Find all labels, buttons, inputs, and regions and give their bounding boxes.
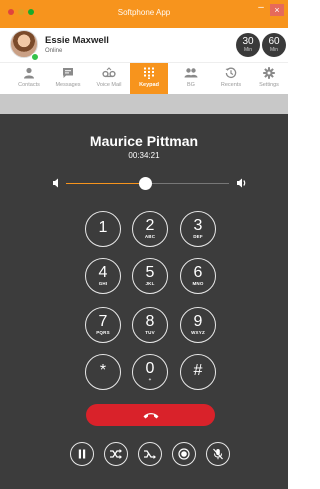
transfer-button[interactable] [104,442,128,466]
key-letters: TUV [145,330,155,335]
separator-strip [0,94,288,114]
caller-name: Maurice Pittman [89,133,199,149]
key-digit: 9 [193,313,203,330]
key-digit: 4 [98,264,108,281]
volume-slider-fill [66,183,146,184]
hang-up-icon [143,413,158,419]
key-digit: 8 [145,313,155,330]
tab-label: Recents [220,82,242,88]
key-letters: ABC [144,234,156,239]
tab-contacts[interactable]: Contacts [10,63,48,95]
tab-messages[interactable]: Messages [49,63,87,95]
keypad-key-7[interactable]: 7 PQRS [85,307,121,343]
app-title: Softphone App [117,8,171,17]
user-name: Essie Maxwell [45,35,109,46]
keypad-icon [144,67,154,79]
pause-icon [78,449,86,459]
call-panel [0,114,288,489]
keypad-key-3[interactable]: 3 DEF [180,211,216,247]
history-icon [225,67,237,79]
mute-button[interactable] [206,442,230,466]
keypad-key-2[interactable]: 2 ABC [132,211,168,247]
mute-mic-icon [213,448,223,460]
tab-label: Messages [55,82,81,88]
voicemail-icon [102,67,116,78]
keypad-key-8[interactable]: 8 TUV [132,307,168,343]
keypad-key-0[interactable]: 0 + [132,354,168,390]
keypad-key-star[interactable]: * [85,354,121,390]
tab-recents[interactable]: Recents [212,63,250,95]
key-digit: 0 [145,360,155,377]
tab-label: BG [187,82,195,88]
key-digit: 3 [193,217,203,234]
merge-button[interactable] [138,442,162,466]
tab-keypad[interactable]: Keypad [130,63,168,95]
window-controls: – × [256,3,284,16]
key-digit: 7 [98,313,108,330]
key-digit: * [99,362,107,379]
counter-value: 60 [268,36,280,47]
tab-label: Voice Mail [96,82,122,88]
tab-bg[interactable]: BG [172,63,210,95]
key-letters: MNO [192,281,204,286]
presence-indicator [31,53,39,61]
hold-button[interactable] [70,442,94,466]
title-bar: Softphone App – × [0,0,288,28]
keypad-key-6[interactable]: 6 MNO [180,258,216,294]
volume-high-icon[interactable] [236,177,248,189]
tab-voice-mail[interactable]: Voice Mail [90,63,128,95]
key-letters: + [148,377,152,382]
key-letters: DEF [193,234,203,239]
tab-settings[interactable]: Settings [250,63,288,95]
key-digit: 6 [193,264,203,281]
key-digit: 5 [145,264,155,281]
volume-low-icon[interactable] [52,177,60,189]
close-icon[interactable]: × [270,4,284,16]
key-letters: JKL [145,281,155,286]
key-digit: 1 [98,219,108,236]
counter-value: 30 [242,36,254,47]
nav-tabs: Contacts Messages Voice Mail Keypad BG R… [0,62,288,95]
user-header: Essie Maxwell Online 30 Min 60 Min [0,28,288,62]
shuffle-icon [110,449,122,459]
keypad-key-4[interactable]: 4 GHI [85,258,121,294]
keypad-key-hash[interactable]: # [180,354,216,390]
keypad-key-1[interactable]: 1 [85,211,121,247]
minutes-counter: 60 Min [262,33,286,57]
counter-unit: Min [243,47,253,53]
keypad-key-9[interactable]: 9 WXYZ [180,307,216,343]
minimize-icon[interactable]: – [256,3,266,15]
user-status: Online [45,48,63,54]
key-letters: WXYZ [191,330,205,335]
gear-icon [263,67,275,79]
record-button[interactable] [172,442,196,466]
counter-unit: Min [269,47,279,53]
message-icon [63,68,73,78]
person-icon [24,67,34,79]
key-digit: # [193,362,203,379]
key-digit: 2 [145,217,155,234]
merge-icon [144,450,156,459]
hang-up-button[interactable] [86,404,215,426]
tab-label: Contacts [18,82,40,88]
tab-label: Keypad [139,82,159,88]
key-letters: GHI [98,281,108,286]
key-letters: PQRS [96,330,110,335]
tab-label: Settings [259,82,279,88]
call-timer: 00:34:21 [128,151,160,160]
group-icon [184,68,198,78]
record-icon [178,448,190,460]
keypad-key-5[interactable]: 5 JKL [132,258,168,294]
minutes-counter: 30 Min [236,33,260,57]
